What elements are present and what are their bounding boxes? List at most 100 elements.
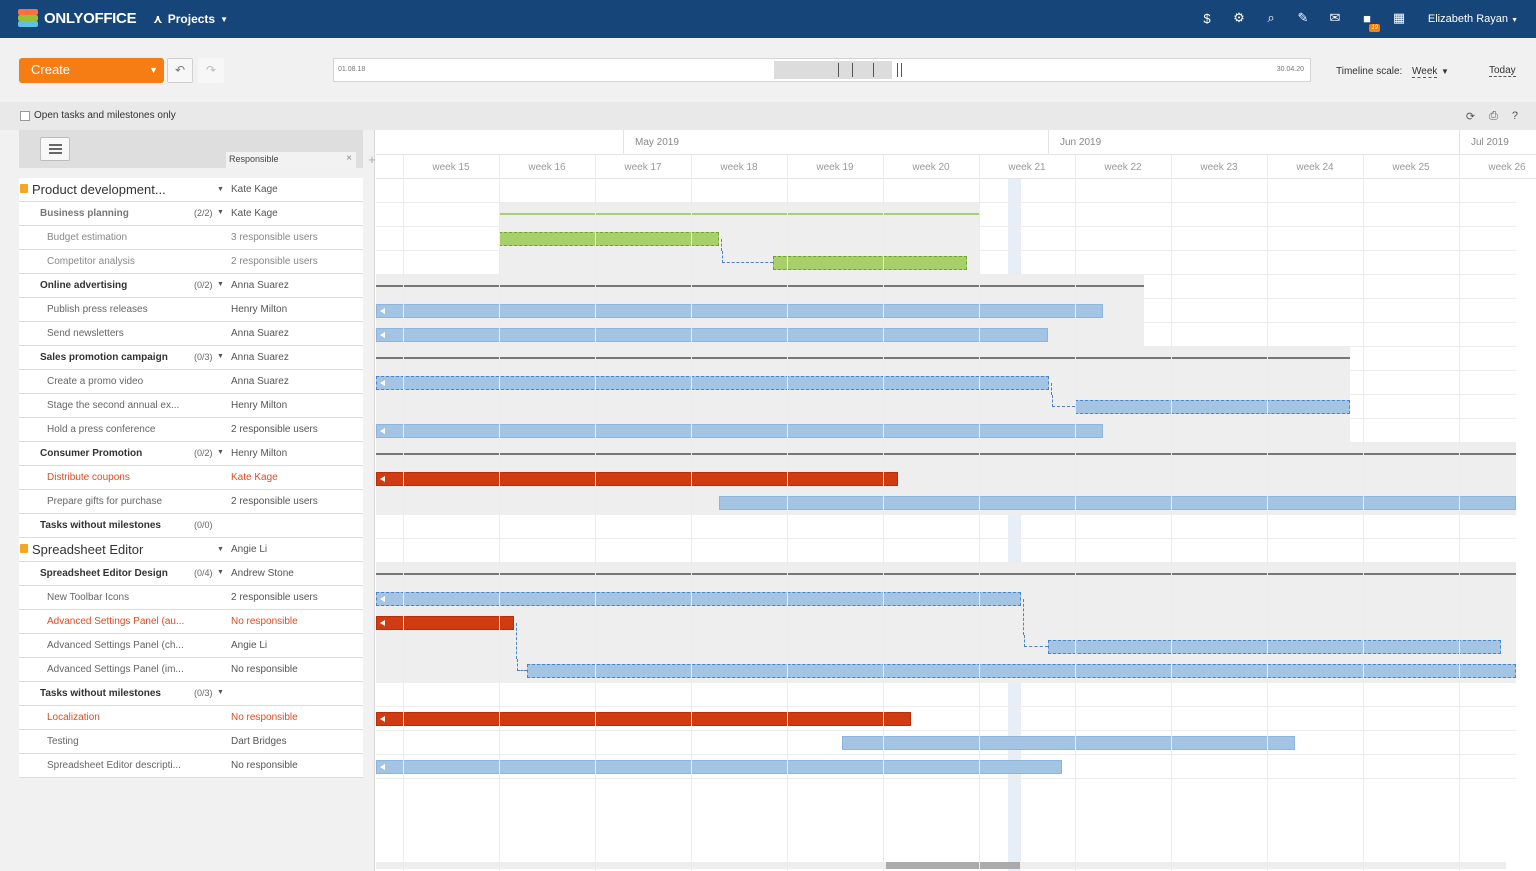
search-icon[interactable]: ⌕	[1264, 10, 1278, 25]
task-row[interactable]: Distribute coupons Kate Kage	[19, 466, 363, 490]
responsible-cell[interactable]: Henry Milton	[231, 448, 287, 459]
task-bar[interactable]	[376, 712, 911, 726]
responsible-cell[interactable]: Kate Kage	[231, 208, 278, 219]
user-menu[interactable]: Elizabeth Rayan ▼	[1428, 13, 1518, 25]
chevron-down-icon[interactable]: ▼	[217, 209, 224, 216]
responsible-cell[interactable]: Anna Suarez	[231, 328, 289, 339]
responsible-cell[interactable]: Angie Li	[231, 640, 267, 651]
task-bar[interactable]	[773, 256, 967, 270]
refresh-icon[interactable]: ⟳	[1466, 110, 1475, 123]
undo-button[interactable]: ↶	[167, 58, 193, 83]
responsible-cell[interactable]: Henry Milton	[231, 400, 287, 411]
chevron-down-icon[interactable]: ▼	[217, 546, 224, 553]
today-button[interactable]: Today	[1489, 65, 1516, 77]
responsible-cell[interactable]: Anna Suarez	[231, 280, 289, 291]
task-row[interactable]: Competitor analysis 2 responsible users	[19, 250, 363, 274]
module-switcher[interactable]: ⋏ Projects ▼	[153, 12, 228, 26]
responsible-cell[interactable]: Anna Suarez	[231, 376, 289, 387]
chevron-down-icon[interactable]: ▼	[217, 186, 224, 193]
task-row[interactable]: Create a promo video Anna Suarez	[19, 370, 363, 394]
task-bar[interactable]	[527, 664, 1516, 678]
responsible-cell[interactable]: Andrew Stone	[231, 568, 294, 579]
task-row[interactable]: Advanced Settings Panel (ch... Angie Li	[19, 634, 363, 658]
mail-icon[interactable]: ✉	[1328, 10, 1342, 25]
task-row[interactable]: Publish press releases Henry Milton	[19, 298, 363, 322]
task-bar[interactable]	[376, 760, 1062, 774]
responsible-cell[interactable]: Kate Kage	[231, 184, 278, 195]
menu-button[interactable]	[40, 137, 70, 161]
responsible-cell[interactable]: Angie Li	[231, 544, 267, 555]
task-row[interactable]: Advanced Settings Panel (im... No respons…	[19, 658, 363, 682]
task-row[interactable]: Spreadsheet Editor descripti... No respon…	[19, 754, 363, 778]
milestone-row[interactable]: Consumer Promotion (0/2) ▼ Henry Milton	[19, 442, 363, 466]
print-icon[interactable]: ⎙	[1489, 110, 1498, 123]
responsible-cell[interactable]: No responsible	[231, 760, 298, 771]
gear-icon[interactable]: ⚙	[1232, 10, 1246, 25]
milestone-row[interactable]: Tasks without milestones (0/0)	[19, 514, 363, 538]
calendar-icon[interactable]: ▦	[1392, 10, 1406, 25]
milestone-row[interactable]: Online advertising (0/2) ▼ Anna Suarez	[19, 274, 363, 298]
responsible-cell[interactable]: Dart Bridges	[231, 736, 287, 747]
milestone-row[interactable]: Business planning (2/2) ▼ Kate Kage	[19, 202, 363, 226]
milestone-bar[interactable]	[376, 573, 1516, 575]
task-bar[interactable]	[376, 376, 1049, 390]
milestone-row[interactable]: Tasks without milestones (0/3) ▼	[19, 682, 363, 706]
task-row[interactable]: Localization No responsible	[19, 706, 363, 730]
responsible-column-header[interactable]: Responsible ×	[226, 152, 356, 168]
responsible-cell[interactable]: 2 responsible users	[231, 496, 318, 507]
help-icon[interactable]: ?	[1512, 110, 1518, 123]
task-bar[interactable]	[376, 616, 514, 630]
timeline-slider[interactable]	[774, 61, 892, 79]
responsible-cell[interactable]: Henry Milton	[231, 304, 287, 315]
task-bar[interactable]	[376, 472, 898, 486]
project-row[interactable]: Spreadsheet Editor ▼ Angie Li	[19, 538, 363, 562]
chevron-down-icon[interactable]: ▼	[217, 689, 224, 696]
task-row[interactable]: Prepare gifts for purchase 2 responsible …	[19, 490, 363, 514]
chevron-down-icon[interactable]: ▼	[217, 569, 224, 576]
open-only-checkbox[interactable]	[20, 111, 30, 121]
task-row[interactable]: Advanced Settings Panel (au... No respons…	[19, 610, 363, 634]
responsible-cell[interactable]: No responsible	[231, 616, 298, 627]
task-bar[interactable]	[499, 232, 719, 246]
task-bar[interactable]	[376, 328, 1048, 342]
task-bar[interactable]	[1048, 640, 1501, 654]
task-row[interactable]: Budget estimation 3 responsible users	[19, 226, 363, 250]
responsible-cell[interactable]: 2 responsible users	[231, 592, 318, 603]
timeline-scale-select[interactable]: Week	[1412, 66, 1438, 78]
milestone-bar[interactable]	[376, 357, 1350, 359]
responsible-cell[interactable]: 2 responsible users	[231, 256, 318, 267]
task-row[interactable]: Testing Dart Bridges	[19, 730, 363, 754]
chat-icon[interactable]: ■ 19	[1360, 11, 1380, 32]
milestone-row[interactable]: Sales promotion campaign (0/3) ▼ Anna Suare…	[19, 346, 363, 370]
task-row[interactable]: Send newsletters Anna Suarez	[19, 322, 363, 346]
project-row[interactable]: Product development... ▼ Kate Kage	[19, 178, 363, 202]
logo[interactable]: ONLYOFFICE	[18, 9, 137, 27]
create-button[interactable]: Create ▼	[19, 58, 164, 83]
task-row[interactable]: Hold a press conference 2 responsible use…	[19, 418, 363, 442]
task-bar[interactable]	[719, 496, 1516, 510]
chevron-down-icon[interactable]: ▼	[217, 353, 224, 360]
milestone-row[interactable]: Spreadsheet Editor Design (0/4) ▼ Andrew St…	[19, 562, 363, 586]
task-row[interactable]: New Toolbar Icons 2 responsible users	[19, 586, 363, 610]
chevron-down-icon[interactable]: ▼	[217, 281, 224, 288]
responsible-cell[interactable]: No responsible	[231, 664, 298, 675]
responsible-cell[interactable]: 3 responsible users	[231, 232, 318, 243]
milestone-bar[interactable]	[499, 213, 979, 215]
task-bar[interactable]	[376, 592, 1021, 606]
scrollbar-thumb[interactable]	[886, 862, 1020, 869]
chevron-down-icon[interactable]: ▼	[217, 449, 224, 456]
horizontal-scrollbar[interactable]	[376, 862, 1506, 869]
responsible-cell[interactable]: No responsible	[231, 712, 298, 723]
task-bar[interactable]	[842, 736, 1295, 750]
task-row[interactable]: Stage the second annual ex... Henry Milto…	[19, 394, 363, 418]
responsible-cell[interactable]: 2 responsible users	[231, 424, 318, 435]
feed-icon[interactable]: ✎	[1296, 10, 1310, 25]
close-icon[interactable]: ×	[346, 153, 352, 164]
task-bar[interactable]	[376, 424, 1103, 438]
redo-button[interactable]: ↷	[198, 58, 224, 83]
responsible-cell[interactable]: Anna Suarez	[231, 352, 289, 363]
timeline-overview[interactable]: 01.08.18 30.04.20	[333, 58, 1311, 82]
task-bar[interactable]	[1075, 400, 1350, 414]
milestone-bar[interactable]	[376, 453, 1516, 455]
responsible-cell[interactable]: Kate Kage	[231, 472, 278, 483]
